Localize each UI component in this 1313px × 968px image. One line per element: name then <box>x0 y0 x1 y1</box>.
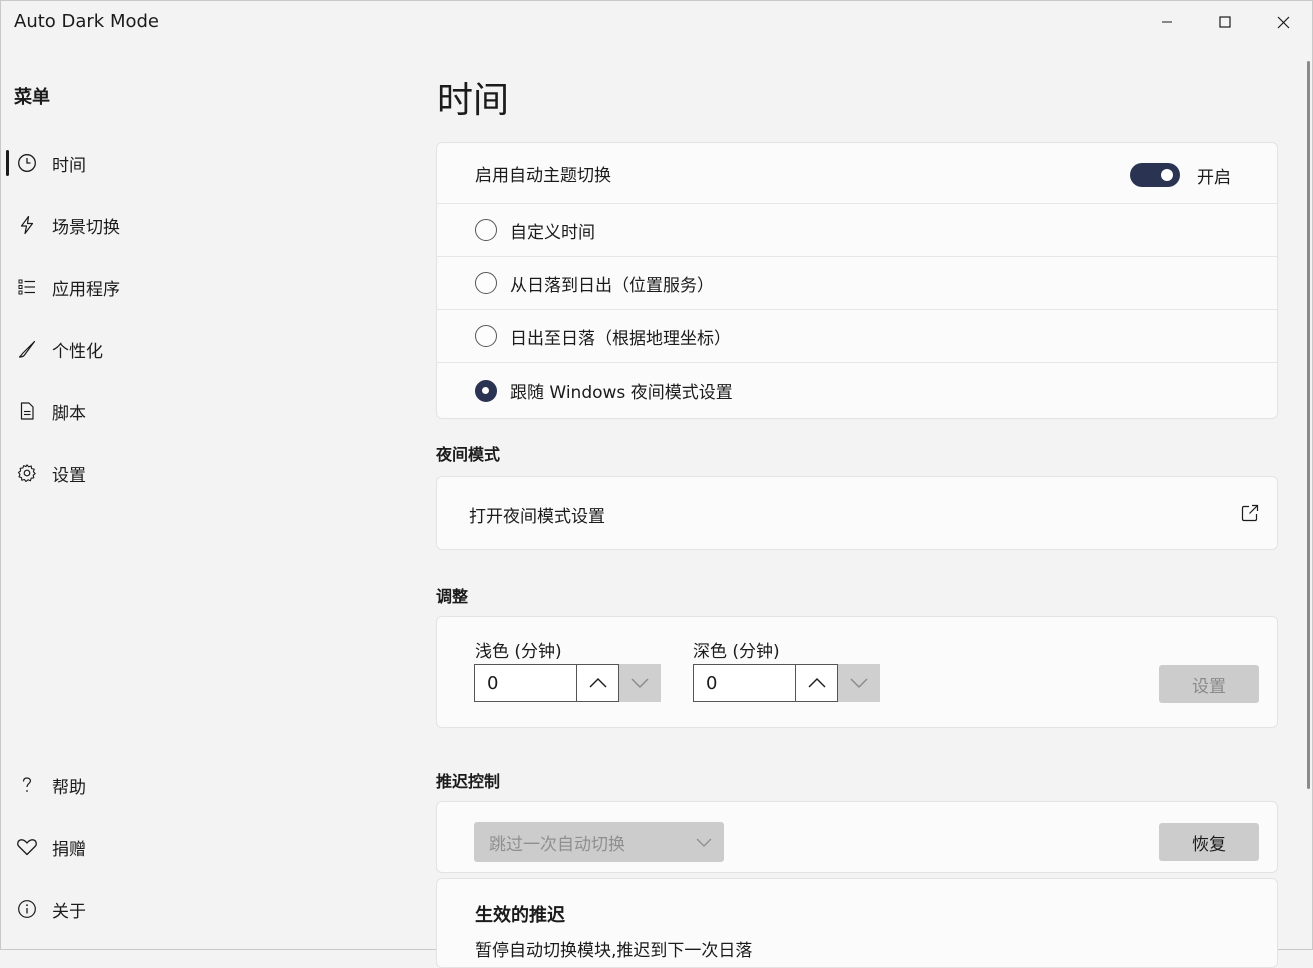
mode-option-custom[interactable]: 自定义时间 <box>437 203 1277 256</box>
sidebar-item-label: 设置 <box>52 465 86 486</box>
mode-option-label: 从日落到日出（位置服务） <box>510 275 714 296</box>
light-increment-button[interactable] <box>577 664 619 702</box>
list-icon <box>7 277 47 297</box>
auto-switch-label: 启用自动主题切换 <box>475 165 611 186</box>
dark-minutes-input[interactable] <box>693 664 796 702</box>
dark-decrement-button[interactable] <box>838 664 880 702</box>
dark-minutes-label: 深色 (分钟) <box>693 642 780 662</box>
active-postpone-card: 生效的推迟 暂停自动切换模块,推迟到下一次日落 <box>436 878 1278 968</box>
sidebar-item-label: 个性化 <box>52 341 103 362</box>
auto-switch-toggle[interactable] <box>1130 163 1180 187</box>
info-icon <box>7 899 47 919</box>
adjust-heading: 调整 <box>436 587 469 606</box>
mode-option-label: 自定义时间 <box>510 222 595 243</box>
light-decrement-button[interactable] <box>619 664 661 702</box>
clock-icon <box>7 153 47 173</box>
minimize-icon <box>1162 21 1172 23</box>
sidebar-item-label: 脚本 <box>52 403 86 424</box>
maximize-icon <box>1219 16 1231 28</box>
app-window: Auto Dark Mode 菜单 时间 场景切换 应用程序 个性化 脚本 设置… <box>0 0 1313 968</box>
dark-minutes-stepper <box>693 664 880 702</box>
night-mode-link-card[interactable]: 打开夜间模式设置 <box>436 476 1278 550</box>
chevron-down-icon <box>850 678 868 688</box>
chevron-up-icon <box>589 678 606 688</box>
chevron-down-icon <box>696 838 712 847</box>
minimize-button[interactable] <box>1138 1 1196 43</box>
postpone-card: 跳过一次自动切换 恢复 <box>436 801 1278 873</box>
sidebar-item-time[interactable]: 时间 <box>5 140 385 186</box>
document-icon <box>7 401 47 421</box>
toggle-state-label: 开启 <box>1197 168 1231 188</box>
page-title: 时间 <box>437 80 510 121</box>
light-minutes-stepper <box>474 664 661 702</box>
close-button[interactable] <box>1254 1 1312 43</box>
sidebar-item-label: 关于 <box>52 901 86 922</box>
night-mode-heading: 夜间模式 <box>436 445 501 464</box>
sidebar-item-label: 捐赠 <box>52 839 86 860</box>
active-postpone-title: 生效的推迟 <box>475 905 565 926</box>
set-offset-button[interactable]: 设置 <box>1159 665 1259 703</box>
maximize-button[interactable] <box>1196 1 1254 43</box>
brush-icon <box>7 339 47 359</box>
sidebar-item-label: 时间 <box>52 155 86 176</box>
sidebar-item-donate[interactable]: 捐赠 <box>5 824 385 870</box>
heart-icon <box>7 837 47 857</box>
radio-windows-nightlight[interactable] <box>475 379 497 402</box>
postpone-dropdown-value: 跳过一次自动切换 <box>489 834 625 855</box>
question-icon <box>7 775 47 795</box>
main-content: 时间 启用自动主题切换 开启 自定义时间 从日落到日出（位置服务） 日出至日落（… <box>401 43 1301 968</box>
scrollbar[interactable] <box>1307 61 1310 789</box>
radio-sunset-location[interactable] <box>475 272 497 294</box>
mode-option-label: 跟随 Windows 夜间模式设置 <box>510 383 733 403</box>
chevron-up-icon <box>808 678 825 688</box>
lightning-icon <box>7 215 47 235</box>
sidebar-item-help[interactable]: 帮助 <box>5 762 385 808</box>
postpone-dropdown[interactable]: 跳过一次自动切换 <box>474 822 724 862</box>
app-title: Auto Dark Mode <box>14 11 159 32</box>
sidebar-item-settings[interactable]: 设置 <box>5 450 385 496</box>
radio-sunrise-coords[interactable] <box>475 325 497 347</box>
external-link-icon <box>1241 504 1259 526</box>
menu-title: 菜单 <box>14 87 50 108</box>
sidebar-item-label: 应用程序 <box>52 279 120 300</box>
sidebar-item-label: 场景切换 <box>52 217 120 238</box>
restore-button[interactable]: 恢复 <box>1159 823 1259 861</box>
mode-option-sunrise-coords[interactable]: 日出至日落（根据地理坐标） <box>437 309 1277 362</box>
sidebar-item-scripts[interactable]: 脚本 <box>5 388 385 434</box>
auto-switch-card: 启用自动主题切换 开启 自定义时间 从日落到日出（位置服务） 日出至日落（根据地… <box>436 142 1278 419</box>
chevron-down-icon <box>631 678 649 688</box>
sidebar-item-apps[interactable]: 应用程序 <box>5 264 385 310</box>
mode-option-windows-nightlight[interactable]: 跟随 Windows 夜间模式设置 <box>437 362 1277 418</box>
active-postpone-description: 暂停自动切换模块,推迟到下一次日落 <box>475 941 753 961</box>
radio-custom-time[interactable] <box>475 219 497 241</box>
mode-option-label: 日出至日落（根据地理坐标） <box>510 328 731 349</box>
adjust-card: 浅色 (分钟) 深色 (分钟) 设置 <box>436 616 1278 728</box>
light-minutes-label: 浅色 (分钟) <box>475 642 562 662</box>
close-icon <box>1277 16 1289 28</box>
sidebar-item-label: 帮助 <box>52 777 86 798</box>
light-minutes-input[interactable] <box>474 664 577 702</box>
postpone-heading: 推迟控制 <box>436 772 501 791</box>
gear-icon <box>7 463 47 483</box>
sidebar-item-personalize[interactable]: 个性化 <box>5 326 385 372</box>
night-mode-link-label: 打开夜间模式设置 <box>469 507 605 527</box>
sidebar-item-about[interactable]: 关于 <box>5 886 385 932</box>
dark-increment-button[interactable] <box>796 664 838 702</box>
mode-option-sunset-location[interactable]: 从日落到日出（位置服务） <box>437 256 1277 309</box>
sidebar-item-scenes[interactable]: 场景切换 <box>5 202 385 248</box>
auto-switch-row: 启用自动主题切换 开启 <box>437 143 1277 203</box>
title-bar: Auto Dark Mode <box>1 1 1312 43</box>
